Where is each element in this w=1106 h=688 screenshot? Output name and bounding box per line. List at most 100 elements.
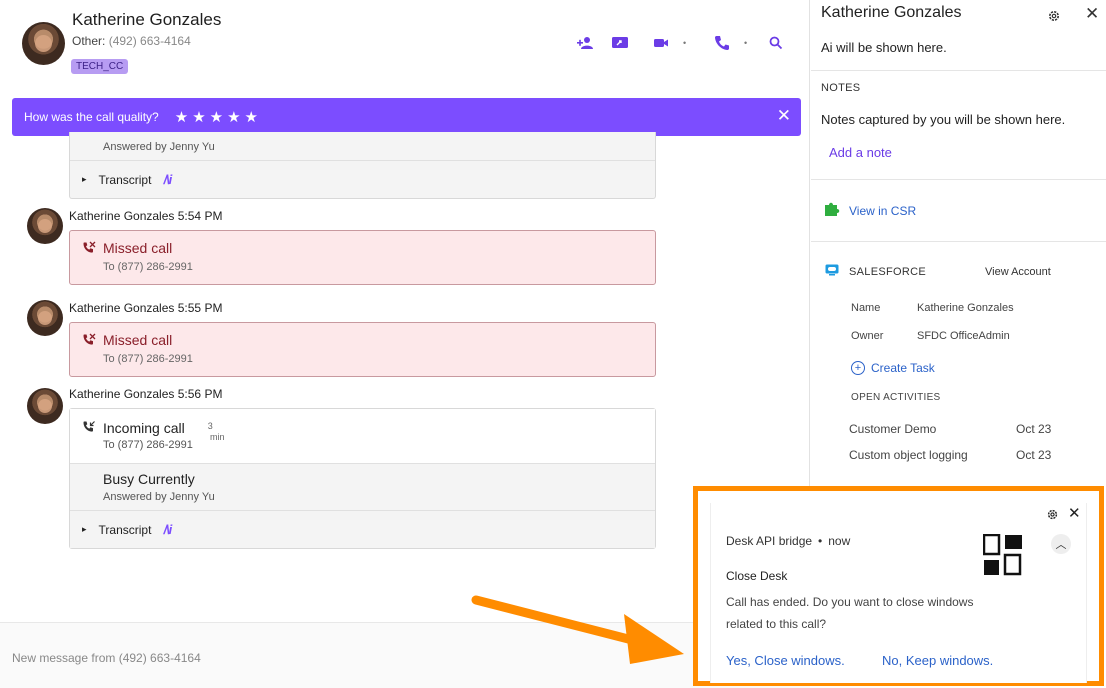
create-task-button[interactable]: + Create Task xyxy=(851,361,935,375)
divider xyxy=(811,70,1106,71)
incoming-call-card: Incoming call 3 min To (877) 286-2991 Bu… xyxy=(69,408,656,549)
star-icon[interactable]: ★ xyxy=(175,110,188,125)
notification-time: now xyxy=(828,534,851,548)
add-circle-icon: + xyxy=(851,361,865,375)
message-time: 5:56 PM xyxy=(177,387,223,401)
contact-tag: TECH_CC xyxy=(71,59,129,74)
call-status: Busy Currently xyxy=(103,471,195,487)
contact-avatar[interactable] xyxy=(22,22,65,65)
transcript-toggle[interactable]: ▸ Transcript /\i xyxy=(70,510,655,548)
annotation-arrow-icon xyxy=(471,595,684,664)
composer-placeholder: New message from (492) 663-4164 xyxy=(12,651,201,665)
close-icon[interactable]: ✕ xyxy=(1085,5,1099,22)
view-account-link[interactable]: View Account xyxy=(985,266,1051,278)
salesforce-icon xyxy=(825,264,839,276)
salesforce-heading: SALESFORCE xyxy=(849,266,926,278)
desktop-notification[interactable]: ✕ Desk API bridge • now ︿ Close Desk Call … xyxy=(710,503,1087,683)
field-value-owner: SFDC OfficeAdmin xyxy=(917,330,1010,342)
contact-phone: Other: (492) 663-4164 xyxy=(72,34,191,48)
message-header: Katherine Gonzales 5:56 PM xyxy=(69,387,222,401)
collapse-chevron-icon[interactable]: ︿ xyxy=(1051,534,1071,554)
call-status-section: Busy Currently Answered by Jenny Yu xyxy=(70,464,655,510)
notes-placeholder: Notes captured by you will be shown here… xyxy=(821,112,1066,127)
star-icon[interactable]: ★ xyxy=(192,110,205,125)
close-windows-button[interactable]: Yes, Close windows. xyxy=(726,653,845,668)
panel-contact-name: Katherine Gonzales xyxy=(821,4,962,21)
video-button[interactable] xyxy=(653,34,669,52)
activity-name[interactable]: Customer Demo xyxy=(849,422,936,436)
field-label-name: Name xyxy=(851,302,881,314)
transcript-label: Transcript xyxy=(98,172,152,187)
view-in-csr-link[interactable]: View in CSR xyxy=(849,204,916,218)
call-duration-unit: min xyxy=(210,431,225,442)
screen-share-icon xyxy=(612,37,628,48)
star-icon[interactable]: ★ xyxy=(210,110,223,125)
star-icon[interactable]: ★ xyxy=(245,110,258,125)
missed-call-card[interactable]: Missed call To (877) 286-2991 xyxy=(69,322,656,377)
notification-body: Call has ended. Do you want to close win… xyxy=(726,595,974,631)
activity-date: Oct 23 xyxy=(1016,448,1052,462)
expand-caret-icon: ▸ xyxy=(82,524,87,534)
open-activities-heading: OPEN ACTIVITIES xyxy=(851,392,941,403)
highlighted-notification: ✕ Desk API bridge • now ︿ Close Desk Call … xyxy=(693,486,1104,686)
call-destination: To (877) 286-2991 xyxy=(103,353,193,365)
close-icon[interactable]: ✕ xyxy=(1068,506,1081,521)
missed-call-card[interactable]: Missed call To (877) 286-2991 xyxy=(69,230,656,285)
message-avatar xyxy=(27,300,63,336)
search-icon xyxy=(769,36,783,50)
star-icon[interactable]: ★ xyxy=(227,110,240,125)
app-logo-icon xyxy=(983,534,1022,576)
ai-placeholder: Ai will be shown here. xyxy=(821,40,947,55)
notification-title: Close Desk xyxy=(726,569,788,583)
incoming-call-summary[interactable]: Incoming call 3 min To (877) 286-2991 xyxy=(70,409,655,464)
conversation-pane: Katherine Gonzales Other: (492) 663-4164… xyxy=(0,0,810,688)
missed-call-title: Missed call xyxy=(103,240,173,256)
search-button[interactable] xyxy=(769,34,783,52)
call-button[interactable] xyxy=(713,34,731,52)
gear-icon[interactable] xyxy=(1047,9,1061,23)
expand-caret-icon: ▸ xyxy=(82,174,87,184)
divider xyxy=(811,179,1106,180)
video-options-chevron-icon[interactable]: • xyxy=(683,38,686,48)
puzzle-icon xyxy=(825,202,840,216)
message-author: Katherine Gonzales xyxy=(69,301,175,315)
answered-by: Answered by Jenny Yu xyxy=(103,141,215,153)
notes-heading: NOTES xyxy=(821,82,861,94)
separator-dot: • xyxy=(818,534,823,548)
call-destination: To (877) 286-2991 xyxy=(103,261,193,273)
activity-date: Oct 23 xyxy=(1016,422,1052,436)
phone-number[interactable]: (492) 663-4164 xyxy=(109,34,191,48)
incoming-call-title: Incoming call xyxy=(103,420,185,436)
add-user-icon xyxy=(577,37,593,49)
add-user-button[interactable] xyxy=(576,34,594,52)
call-options-chevron-icon[interactable]: • xyxy=(744,38,747,48)
add-note-link[interactable]: Add a note xyxy=(829,145,892,160)
answered-by: Answered by Jenny Yu xyxy=(103,491,215,503)
keep-windows-button[interactable]: No, Keep windows. xyxy=(882,653,993,668)
missed-call-icon xyxy=(83,241,96,253)
phone-icon xyxy=(715,36,729,50)
create-task-label: Create Task xyxy=(871,361,935,375)
message-avatar xyxy=(27,388,63,424)
incoming-call-icon xyxy=(83,421,95,432)
call-duration: 3 min xyxy=(196,421,225,443)
message-avatar xyxy=(27,208,63,244)
ai-icon: /\i xyxy=(163,172,172,187)
close-icon[interactable]: ✕ xyxy=(777,107,791,124)
gear-icon[interactable] xyxy=(1046,508,1059,521)
missed-call-icon xyxy=(83,333,96,345)
message-time: 5:55 PM xyxy=(177,301,223,315)
field-value-name: Katherine Gonzales xyxy=(917,302,1014,314)
message-header: Katherine Gonzales 5:55 PM xyxy=(69,301,222,315)
message-time: 5:54 PM xyxy=(177,209,223,223)
call-quality-banner: How was the call quality? ★ ★ ★ ★ ★ ✕ xyxy=(12,98,801,136)
transcript-toggle[interactable]: ▸ Transcript /\i xyxy=(70,160,655,198)
contact-name: Katherine Gonzales xyxy=(72,10,222,29)
missed-call-title: Missed call xyxy=(103,332,173,348)
call-destination: To (877) 286-2991 xyxy=(103,439,193,451)
notification-app-name: Desk API bridge xyxy=(726,534,813,548)
screen-share-button[interactable] xyxy=(611,34,629,52)
activity-name[interactable]: Custom object logging xyxy=(849,448,968,462)
field-label-owner: Owner xyxy=(851,330,884,342)
transcript-label: Transcript xyxy=(98,522,152,537)
